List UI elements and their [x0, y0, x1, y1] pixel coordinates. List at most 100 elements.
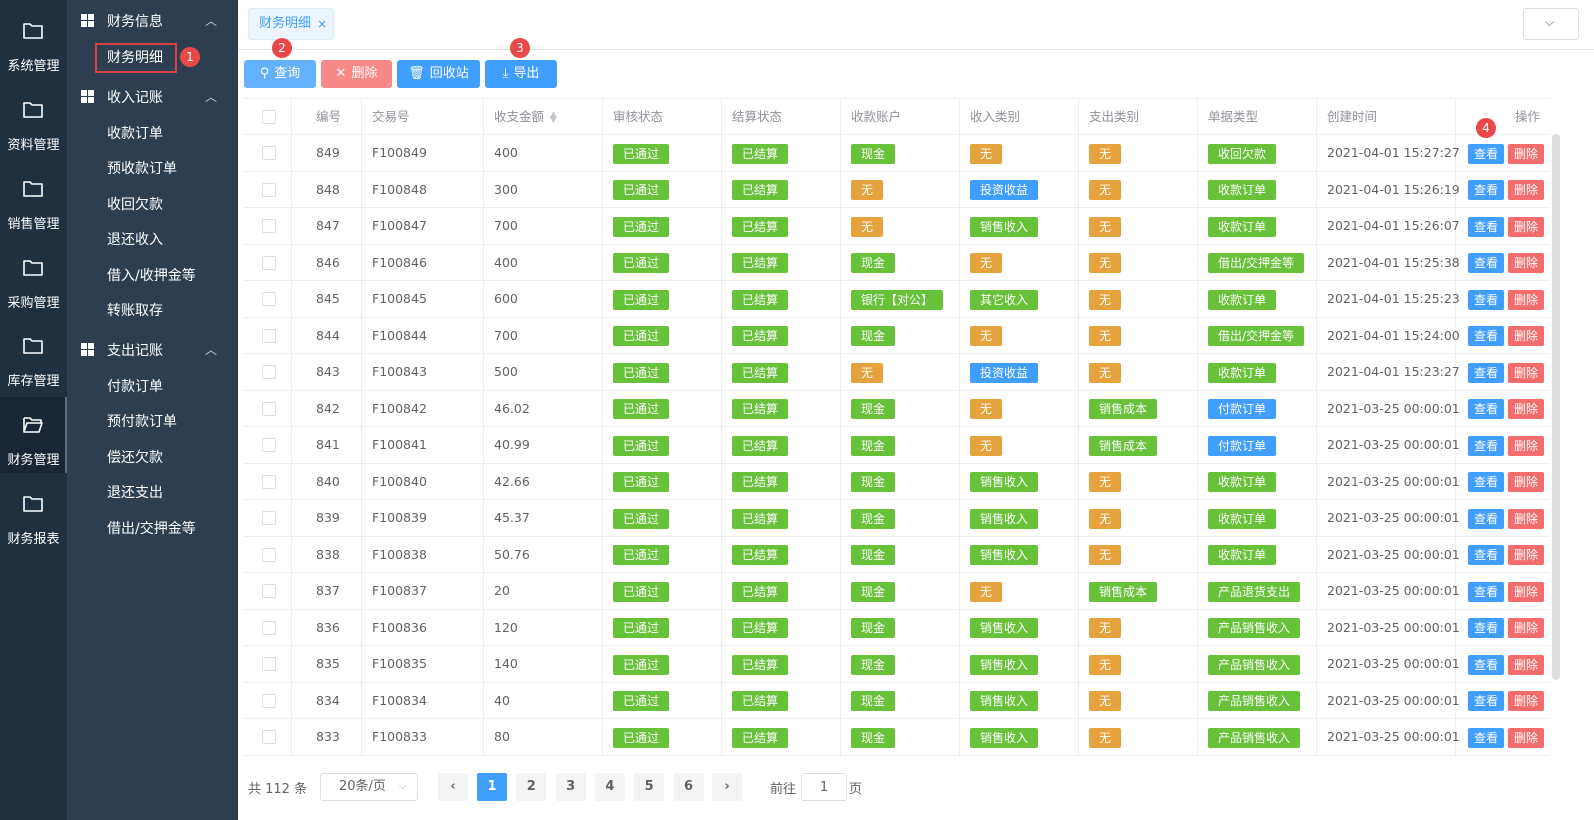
goto-page-input[interactable] — [801, 773, 847, 801]
page-button-3[interactable]: 3 — [555, 773, 586, 801]
view-button[interactable]: 查看 — [1468, 581, 1504, 602]
submenu-item[interactable]: 收回欠款 — [107, 190, 163, 220]
tab-finance-detail[interactable]: 财务明细 × — [248, 8, 334, 40]
row-delete-button[interactable]: 删除 — [1508, 435, 1544, 456]
view-button[interactable]: 查看 — [1468, 472, 1504, 492]
row-checkbox[interactable] — [262, 182, 276, 197]
submenu-item[interactable]: 付款订单 — [107, 372, 163, 402]
row-delete-button[interactable]: 删除 — [1508, 727, 1544, 748]
submenu-item[interactable]: 借入/收押金等 — [107, 261, 196, 291]
row-checkbox[interactable] — [262, 474, 276, 489]
row-checkbox[interactable] — [262, 219, 276, 233]
row-checkbox[interactable] — [262, 547, 276, 562]
rail-item-6[interactable]: 财务报表 — [0, 476, 67, 552]
page-button-1[interactable]: 1 — [477, 773, 507, 801]
header-cell[interactable]: 收支金额 ▲ ▼ — [484, 99, 603, 135]
row-delete-button[interactable]: 删除 — [1508, 399, 1544, 419]
row-delete-button[interactable]: 删除 — [1508, 581, 1544, 602]
view-button[interactable]: 查看 — [1468, 618, 1504, 638]
row-checkbox[interactable] — [262, 401, 276, 416]
view-button[interactable]: 查看 — [1468, 545, 1504, 565]
submenu-item[interactable]: 借出/交押金等 — [107, 514, 196, 544]
row-delete-button[interactable]: 删除 — [1508, 545, 1544, 565]
view-button[interactable]: 查看 — [1468, 727, 1504, 748]
submenu-item[interactable]: 财务明细 — [95, 43, 177, 73]
amount-value: 500 — [494, 364, 518, 379]
row-checkbox[interactable] — [262, 255, 276, 270]
rail-item-2[interactable]: 销售管理 — [0, 161, 67, 237]
time-value: 2021-04-01 15:23:27 — [1327, 364, 1460, 379]
view-button[interactable]: 查看 — [1468, 143, 1504, 164]
submenu-item[interactable]: 退还支出 — [107, 478, 163, 508]
table-cell: 无 — [1079, 244, 1198, 281]
submenu-item[interactable]: 转账取存 — [107, 296, 163, 326]
rail-item-0[interactable]: 系统管理 — [0, 3, 67, 79]
row-delete-button[interactable]: 删除 — [1508, 618, 1544, 638]
row-delete-button[interactable]: 删除 — [1508, 216, 1544, 237]
row-checkbox[interactable] — [262, 146, 276, 160]
header-cell[interactable] — [244, 99, 292, 135]
row-checkbox[interactable] — [262, 292, 276, 306]
export-button[interactable]: ⤓ 导出 — [485, 60, 557, 88]
select-all-checkbox[interactable] — [262, 110, 276, 124]
row-delete-button[interactable]: 删除 — [1508, 472, 1544, 492]
row-delete-button[interactable]: 删除 — [1508, 253, 1544, 273]
table-cell: 838 — [292, 536, 362, 573]
submenu-item[interactable]: 预收款订单 — [107, 154, 177, 184]
row-checkbox[interactable] — [262, 693, 276, 708]
submenu-group-0[interactable]: 财务信息 ︿ — [67, 2, 238, 38]
view-button[interactable]: 查看 — [1468, 326, 1504, 346]
view-button[interactable]: 查看 — [1468, 508, 1504, 529]
row-delete-button[interactable]: 删除 — [1508, 691, 1544, 711]
row-checkbox[interactable] — [262, 511, 276, 525]
view-button[interactable]: 查看 — [1468, 216, 1504, 237]
row-delete-button[interactable]: 删除 — [1508, 143, 1544, 164]
row-checkbox[interactable] — [262, 328, 276, 343]
table-scrollbar[interactable] — [1552, 134, 1560, 680]
rail-item-5[interactable]: 财务管理 — [0, 397, 67, 473]
row-delete-button[interactable]: 删除 — [1508, 362, 1544, 383]
row-delete-button[interactable]: 删除 — [1508, 326, 1544, 346]
close-icon[interactable]: × — [317, 9, 327, 39]
row-delete-button[interactable]: 删除 — [1508, 654, 1544, 675]
page-button-6[interactable]: 6 — [673, 773, 704, 801]
rail-item-4[interactable]: 库存管理 — [0, 318, 67, 394]
view-button[interactable]: 查看 — [1468, 691, 1504, 711]
row-checkbox[interactable] — [262, 730, 276, 744]
row-checkbox[interactable] — [262, 620, 276, 635]
query-button[interactable]: ⚲ 查询 — [244, 60, 316, 88]
next-page-button[interactable]: › — [712, 773, 742, 801]
page-button-4[interactable]: 4 — [594, 773, 625, 801]
submenu-group-1[interactable]: 收入记账 ︿ — [67, 78, 238, 114]
delete-button[interactable]: ✕ 删除 — [321, 60, 392, 88]
id-value: 835 — [316, 656, 340, 671]
row-delete-button[interactable]: 删除 — [1508, 180, 1544, 200]
view-button[interactable]: 查看 — [1468, 253, 1504, 273]
submenu-group-2[interactable]: 支出记账 ︿ — [67, 331, 238, 367]
view-button[interactable]: 查看 — [1468, 362, 1504, 383]
row-checkbox[interactable] — [262, 365, 276, 379]
submenu-item[interactable]: 退还收入 — [107, 225, 163, 255]
view-button[interactable]: 查看 — [1468, 180, 1504, 200]
view-button[interactable]: 查看 — [1468, 654, 1504, 675]
row-checkbox[interactable] — [262, 657, 276, 671]
view-button[interactable]: 查看 — [1468, 435, 1504, 456]
prev-page-button[interactable]: ‹ — [438, 773, 468, 801]
rail-item-3[interactable]: 采购管理 — [0, 240, 67, 316]
page-button-2[interactable]: 2 — [516, 773, 547, 801]
page-button-5[interactable]: 5 — [634, 773, 665, 801]
submenu-item[interactable]: 预付款订单 — [107, 407, 177, 437]
row-delete-button[interactable]: 删除 — [1508, 508, 1544, 529]
row-checkbox[interactable] — [262, 584, 276, 598]
submenu-item[interactable]: 收款订单 — [107, 119, 163, 149]
submenu-item[interactable]: 偿还欠款 — [107, 443, 163, 473]
rail-item-1[interactable]: 资料管理 — [0, 82, 67, 158]
row-checkbox[interactable] — [262, 438, 276, 452]
page-size-select[interactable]: 20条/页 ⌵ — [320, 773, 418, 801]
tab-dropdown-button[interactable]: ⌵ — [1523, 8, 1579, 40]
view-button[interactable]: 查看 — [1468, 399, 1504, 419]
sort-icon[interactable]: ▲ ▼ — [550, 110, 557, 124]
row-delete-button[interactable]: 删除 — [1508, 289, 1544, 310]
recycle-bin-button[interactable]: 🗑 回收站 — [397, 60, 480, 88]
view-button[interactable]: 查看 — [1468, 289, 1504, 310]
